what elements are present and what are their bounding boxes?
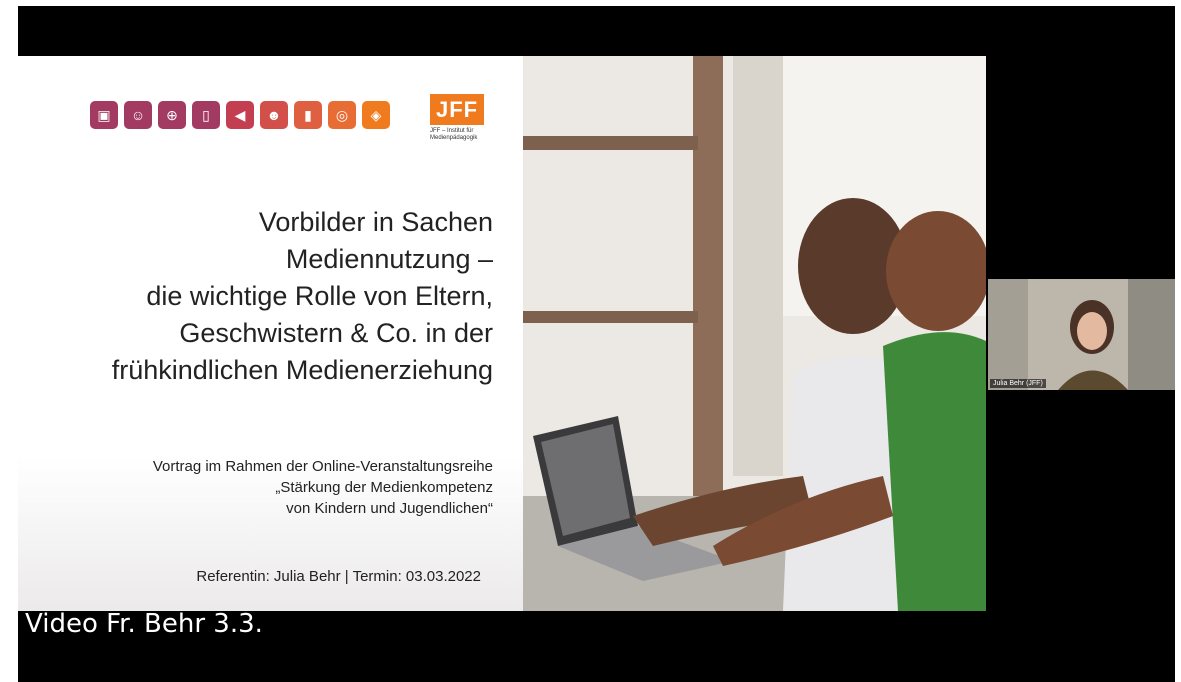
- compass-icon: ◈: [362, 101, 390, 129]
- participant-video-tile[interactable]: Julia Behr (JFF): [988, 279, 1175, 390]
- group-icon: ☻: [260, 101, 288, 129]
- phone-icon: ▮: [294, 101, 322, 129]
- globe-icon: ◎: [328, 101, 356, 129]
- participant-video-feed: [988, 279, 1175, 390]
- gamepad-icon: ⊕: [158, 101, 186, 129]
- title-line: die wichtige Rolle von Eltern,: [146, 281, 493, 311]
- subtitle-line: Vortrag im Rahmen der Online-Veranstaltu…: [152, 458, 493, 475]
- jff-logo-subtitle: JFF – Institut für Medienpädagogik: [430, 128, 510, 142]
- tablet-icon: ▯: [192, 101, 220, 129]
- jff-subtitle-line-2: Medienpädagogik: [430, 135, 478, 141]
- title-line: Vorbilder in Sachen: [258, 207, 493, 237]
- photo-illustration: [523, 56, 986, 611]
- jff-logo: JFF JFF – Institut für Medienpädagogik: [430, 94, 510, 142]
- presenter-date-line: Referentin: Julia Behr | Termin: 03.03.2…: [196, 568, 481, 585]
- slide-subtitle: Vortrag im Rahmen der Online-Veranstaltu…: [18, 456, 493, 519]
- title-line: Mediennutzung –: [285, 244, 493, 274]
- slide-text-panel: ▣ ☺ ⊕ ▯ ◀ ☻ ▮ ◎ ◈ JFF JFF – Institut für Medienp…: [18, 56, 523, 611]
- logo-icon-row: ▣ ☺ ⊕ ▯ ◀ ☻ ▮ ◎ ◈: [90, 98, 390, 132]
- participant-name-label: Julia Behr (JFF): [990, 379, 1046, 388]
- shared-slide: ▣ ☺ ⊕ ▯ ◀ ☻ ▮ ◎ ◈ JFF JFF – Institut für Medienp…: [18, 56, 986, 611]
- father-child-laptop-photo: [523, 56, 986, 611]
- subtitle-line: „Stärkung der Medienkompetenz: [275, 479, 493, 496]
- jff-subtitle-line-1: JFF – Institut für: [430, 128, 474, 134]
- video-caption: Video Fr. Behr 3.3.: [25, 609, 263, 639]
- slide-title: Vorbilder in Sachen Mediennutzung – die …: [18, 204, 493, 389]
- title-line: Geschwistern & Co. in der: [179, 318, 493, 348]
- people-icon: ☺: [124, 101, 152, 129]
- subtitle-line: von Kindern und Jugendlichen“: [286, 500, 493, 517]
- meeting-frame: ▣ ☺ ⊕ ▯ ◀ ☻ ▮ ◎ ◈ JFF JFF – Institut für Medienp…: [18, 6, 1175, 682]
- photo-speech-icon: ▣: [90, 101, 118, 129]
- megaphone-icon: ◀: [226, 101, 254, 129]
- title-line: frühkindlichen Medienerziehung: [111, 355, 493, 385]
- jff-logo-text: JFF: [430, 94, 485, 125]
